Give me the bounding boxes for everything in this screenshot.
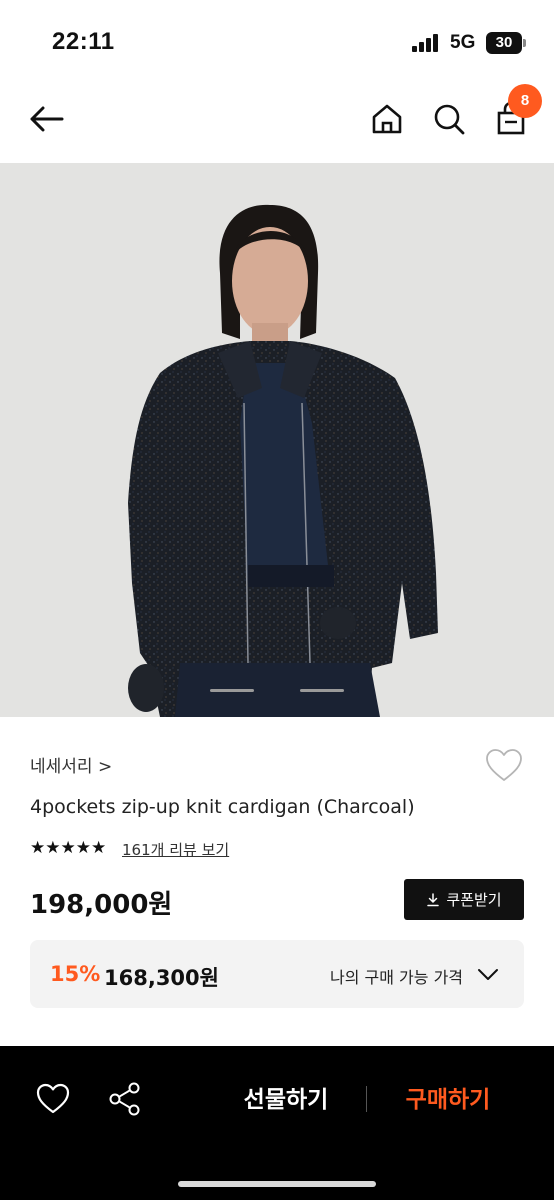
carousel-dot[interactable] — [300, 689, 344, 692]
search-icon — [434, 104, 465, 135]
bottom-wishlist-button[interactable] — [34, 1080, 72, 1118]
status-time: 22:11 — [52, 28, 115, 55]
battery-icon: 30 — [486, 32, 522, 54]
signal-icon — [412, 34, 442, 52]
product-price: 198,000원 — [30, 890, 173, 920]
discount-rate: 15% — [50, 962, 101, 986]
review-link[interactable]: 161개 리뷰 보기 — [122, 839, 229, 860]
product-image[interactable] — [0, 163, 554, 717]
discount-price: 168,300원 — [104, 966, 219, 990]
bottom-action-bar: 선물하기 구매하기 — [0, 1046, 554, 1200]
download-icon — [427, 892, 440, 906]
chevron-down-icon — [478, 969, 498, 980]
product-name: 4pockets zip-up knit cardigan (Charcoal) — [30, 796, 415, 818]
status-bar: 22:11 5G 30 — [0, 0, 554, 80]
buy-button[interactable]: 구매하기 — [390, 1080, 506, 1120]
top-navbar — [0, 80, 554, 162]
share-button[interactable] — [106, 1080, 144, 1118]
home-indicator[interactable] — [178, 1181, 376, 1187]
network-label: 5G — [450, 32, 476, 53]
arrow-left-icon — [30, 106, 64, 132]
rating-stars: ★★★★★ — [30, 838, 107, 858]
discount-label: 나의 구매 가능 가격 — [330, 968, 464, 987]
carousel-dot[interactable] — [210, 689, 254, 692]
coupon-button-label: 쿠폰받기 — [446, 891, 502, 909]
home-button[interactable] — [366, 98, 408, 140]
search-button[interactable] — [428, 98, 470, 140]
image-carousel-indicator — [0, 689, 554, 693]
heart-icon — [36, 1083, 70, 1114]
home-icon — [372, 104, 402, 134]
back-button[interactable] — [26, 98, 68, 140]
divider — [366, 1086, 367, 1112]
discount-price-box[interactable]: 15% 168,300원 나의 구매 가능 가격 — [30, 940, 524, 1008]
coupon-button[interactable]: 쿠폰받기 — [404, 879, 524, 920]
wishlist-button[interactable] — [484, 746, 524, 786]
brand-link[interactable]: 네세서리 > — [30, 752, 112, 777]
share-icon — [109, 1082, 140, 1116]
product-photo — [0, 163, 554, 717]
heart-icon — [486, 749, 522, 781]
battery-tip — [523, 39, 526, 47]
cart-count-badge: 8 — [508, 84, 542, 118]
gift-button[interactable]: 선물하기 — [228, 1080, 344, 1120]
